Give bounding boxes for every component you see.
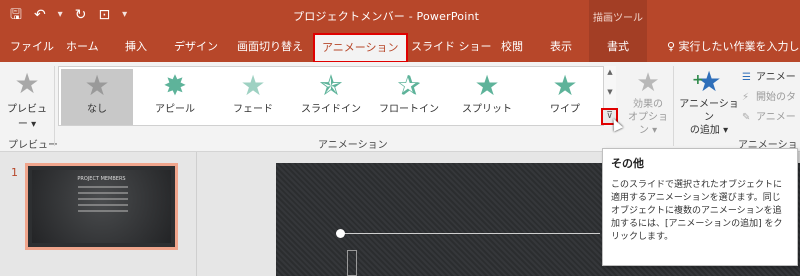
gallery-item-label: アピール — [155, 104, 195, 115]
slide-number: 1 — [11, 166, 18, 179]
context-group-drawing-tools: 描画ツール — [589, 0, 647, 32]
effect-options-label-1: 効果の — [633, 99, 663, 110]
group-divider — [54, 66, 55, 146]
tooltip-body: このスライドで選択されたオブジェクトに適用するアニメーションを選びます。同じオブ… — [611, 180, 783, 242]
preview-label: プレビュー — [7, 104, 47, 130]
gallery-item-label: なし — [87, 104, 107, 115]
animation-pane-button[interactable]: ☰ アニメー — [742, 68, 800, 88]
present-icon[interactable]: ⊡ — [98, 6, 110, 24]
customize-icon[interactable]: ▾ — [122, 6, 127, 24]
tell-me-box[interactable]: ♀ 実行したい作業を入力して — [667, 32, 800, 62]
gallery-item-label: フロートイン — [379, 104, 439, 115]
scroll-down-icon[interactable]: ▼ — [604, 88, 616, 96]
trigger-button[interactable]: ⚡ 開始のタ — [742, 88, 800, 108]
star-icon: ★ — [240, 69, 266, 102]
animation-gallery: ★ なし ✸ アピール ★ フェード ✯ スライドイン ✰ フロートイン ★ ス… — [58, 66, 604, 126]
undo-dropdown-icon[interactable]: ▾ — [58, 6, 63, 24]
star-icon: ★ — [84, 69, 110, 102]
tooltip-title: その他 — [611, 157, 644, 170]
quick-access-toolbar: 🖫 ↶ ▾ ↻ ⊡ ▾ — [10, 6, 127, 24]
effect-options-button[interactable]: ★ 効果の オプション ▾ — [626, 68, 670, 137]
star-burst-icon: ✸ — [163, 69, 187, 102]
tab-design[interactable]: デザイン — [174, 32, 218, 62]
preview-button[interactable]: ★ プレビュー ▾ — [4, 67, 50, 131]
star-icon: ★ — [636, 68, 660, 98]
tab-home[interactable]: ホーム — [66, 32, 99, 62]
ribbon: ★ プレビュー ▾ プレビュー ★ なし ✸ アピール ★ フェード ✯ スライ… — [0, 62, 800, 166]
add-star-icon: + ★ — [692, 65, 722, 98]
gallery-item-label: スプリット — [462, 104, 512, 115]
animation-painter-button[interactable]: ✎ アニメー — [742, 108, 800, 128]
slide-shape[interactable] — [347, 250, 357, 276]
advanced-animation-list: ☰ アニメー ⚡ 開始のタ ✎ アニメー — [742, 68, 800, 128]
thumbnail-title: PROJECT MEMBERS — [77, 176, 126, 182]
slide-thumbnail[interactable]: PROJECT MEMBERS — [25, 163, 178, 250]
gallery-item-float-in[interactable]: ✰ フロートイン — [373, 69, 445, 125]
gallery-item-wipe[interactable]: ★ ワイプ — [529, 69, 601, 125]
scroll-up-icon[interactable]: ▲ — [604, 68, 616, 76]
painter-icon: ✎ — [742, 112, 751, 123]
add-animation-label-2: の追加 ▾ — [689, 125, 729, 136]
tab-file[interactable]: ファイル — [10, 32, 54, 62]
group-label-preview: プレビュー — [8, 140, 58, 151]
gallery-item-label: ワイプ — [550, 104, 580, 115]
title-bar: 🖫 ↶ ▾ ↻ ⊡ ▾ プロジェクトメンバー - PowerPoint 描画ツー… — [0, 0, 800, 32]
panel-divider[interactable] — [196, 152, 197, 276]
motion-path-start-handle[interactable] — [336, 229, 345, 238]
group-label-animation: アニメーション — [318, 140, 388, 151]
star-icon: ✯ — [319, 69, 343, 102]
gallery-item-label: スライドイン — [301, 104, 361, 115]
add-animation-button[interactable]: + ★ アニメーション の追加 ▾ — [678, 66, 740, 137]
gallery-item-fade[interactable]: ★ フェード — [217, 69, 289, 125]
repeat-icon[interactable]: ↻ — [75, 6, 87, 24]
motion-path-line[interactable] — [344, 233, 600, 234]
undo-icon[interactable]: ↶ — [34, 6, 46, 24]
tab-view[interactable]: 表示 — [550, 32, 572, 62]
ribbon-tabs: ファイル ホーム 挿入 デザイン 画面切り替え アニメーション スライド ショー… — [0, 32, 800, 63]
tab-review[interactable]: 校閲 — [501, 32, 523, 62]
save-icon[interactable]: 🖫 — [10, 6, 22, 24]
star-icon: ★ — [552, 69, 578, 102]
gallery-item-label: フェード — [233, 104, 273, 115]
group-divider — [673, 66, 674, 146]
effect-options-label-2: オプション ▾ — [628, 112, 668, 136]
tab-animations[interactable]: アニメーション — [313, 33, 408, 63]
trigger-icon: ⚡ — [742, 92, 750, 103]
thumbnail-text-lines — [78, 186, 128, 216]
gallery-item-split[interactable]: ★ スプリット — [451, 69, 523, 125]
pane-icon: ☰ — [742, 72, 751, 83]
gallery-item-none[interactable]: ★ なし — [61, 69, 133, 125]
star-icon: ✰ — [397, 69, 421, 102]
tab-slideshow[interactable]: スライド ショー — [411, 32, 492, 62]
window-title: プロジェクトメンバー - PowerPoint — [293, 10, 480, 23]
tab-insert[interactable]: 挿入 — [125, 32, 147, 62]
star-icon: ★ — [474, 69, 500, 102]
gallery-item-fly-in[interactable]: ✯ スライドイン — [295, 69, 367, 125]
more-tooltip: その他 このスライドで選択されたオブジェクトに適用するアニメーションを選びます。… — [602, 148, 798, 266]
context-group-label: 描画ツール — [593, 13, 643, 24]
gallery-item-appear[interactable]: ✸ アピール — [139, 69, 211, 125]
add-animation-label-1: アニメーション — [679, 99, 739, 123]
tab-format[interactable]: 書式 — [589, 32, 647, 62]
star-play-icon: ★ — [14, 67, 40, 100]
tab-transitions[interactable]: 画面切り替え — [237, 32, 303, 62]
thumbnail-content: PROJECT MEMBERS — [32, 170, 171, 243]
